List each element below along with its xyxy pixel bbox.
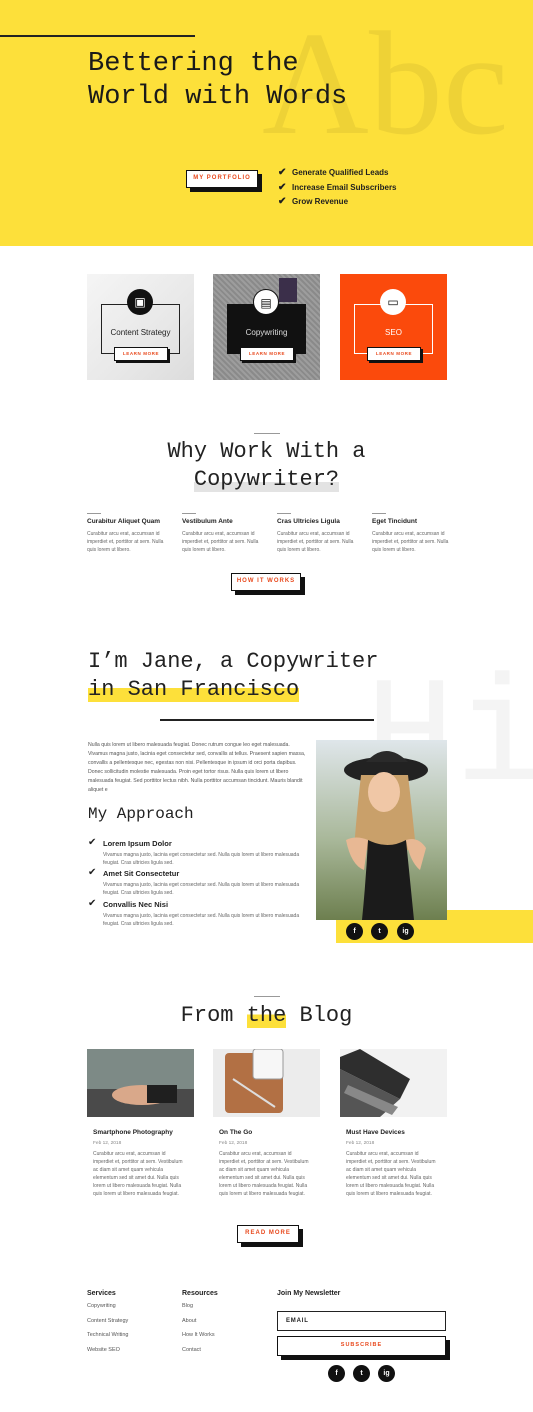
- learn-more-button[interactable]: LEARN MORE: [240, 347, 294, 361]
- footer-link[interactable]: How It Works: [182, 1332, 215, 1347]
- feature-item: Cras Ultricies Ligula Curabitur arcu erat…: [277, 513, 357, 554]
- check-icon: ✔: [278, 167, 287, 178]
- about-underline: [160, 719, 374, 721]
- hero-title: Bettering the World with Words: [88, 49, 348, 112]
- service-card-content-strategy[interactable]: ▣ Content Strategy LEARN MORE: [87, 274, 194, 380]
- briefcase-icon: ▣: [127, 289, 153, 315]
- service-photo-figure: [279, 278, 297, 302]
- hero-section: Abc Bettering the World with Words MY PO…: [0, 0, 533, 246]
- blog-title: From the Blog: [180, 1003, 353, 1028]
- learn-more-button[interactable]: LEARN MORE: [114, 347, 168, 361]
- service-card-seo[interactable]: ▭ SEO LEARN MORE: [340, 274, 447, 380]
- footer-link[interactable]: Technical Writing: [87, 1332, 128, 1347]
- email-field[interactable]: EMAIL: [277, 1311, 446, 1331]
- blog-post-card[interactable]: Must Have Devices Feb 12, 2018 Curabitur…: [340, 1049, 447, 1198]
- check-icon: ✔: [278, 196, 287, 207]
- blog-post-card[interactable]: On The Go Feb 12, 2018 Curabitur arcu er…: [213, 1049, 320, 1198]
- approach-item: ✔ Convallis Nec Nisi Vivamus magna justo…: [88, 898, 300, 927]
- blog-post-image: [87, 1049, 194, 1117]
- how-it-works-button[interactable]: HOW IT WORKS: [231, 573, 301, 591]
- check-icon: ✔: [88, 867, 97, 878]
- about-title: I’m Jane, a Copywriter in San Francisco: [88, 649, 379, 702]
- footer-resources-heading: Resources: [182, 1290, 218, 1297]
- check-item: ✔ Grow Revenue: [278, 195, 397, 210]
- footer-link[interactable]: About: [182, 1318, 215, 1333]
- footer-link[interactable]: Copywriting: [87, 1303, 128, 1318]
- why-title: Why Work With a Copywriter?: [167, 439, 366, 492]
- facebook-icon[interactable]: f: [328, 1365, 345, 1382]
- hero-top-line: [0, 35, 195, 37]
- instagram-icon[interactable]: ig: [397, 923, 414, 940]
- facebook-icon[interactable]: f: [346, 923, 363, 940]
- service-card-copywriting[interactable]: ▤ Copywriting LEARN MORE: [213, 274, 320, 380]
- twitter-icon[interactable]: t: [371, 923, 388, 940]
- subscribe-button[interactable]: SUBSCRIBE: [277, 1336, 446, 1356]
- footer-link[interactable]: Content Strategy: [87, 1318, 128, 1333]
- blog-post-card[interactable]: Smartphone Photography Feb 12, 2018 Cura…: [87, 1049, 194, 1198]
- approach-title: My Approach: [88, 805, 194, 823]
- twitter-icon[interactable]: t: [353, 1365, 370, 1382]
- feature-item: Vestibulum Ante Curabitur arcu erat, accu…: [182, 513, 262, 554]
- service-label: Copywriting: [245, 328, 288, 337]
- footer-link[interactable]: Blog: [182, 1303, 215, 1318]
- footer-link[interactable]: Contact: [182, 1347, 215, 1362]
- check-icon: ✔: [88, 898, 97, 909]
- read-more-button[interactable]: READ MORE: [237, 1225, 299, 1243]
- my-portfolio-button[interactable]: MY PORTFOLIO: [186, 170, 258, 188]
- learn-more-button[interactable]: LEARN MORE: [367, 347, 421, 361]
- blog-post-image: [213, 1049, 320, 1117]
- blog-post-image: [340, 1049, 447, 1117]
- about-text: Nulla quis lorem ut libero malesuada feu…: [88, 742, 306, 793]
- newsletter-heading: Join My Newsletter: [277, 1290, 341, 1297]
- footer-link[interactable]: Website SEO: [87, 1347, 128, 1362]
- check-item: ✔ Increase Email Subscribers: [278, 181, 397, 196]
- check-icon: ✔: [88, 837, 97, 848]
- feature-item: Curabitur Aliquet Quam Curabitur arcu era…: [87, 513, 167, 554]
- service-label: Content Strategy: [110, 328, 171, 337]
- section-divider: [254, 996, 280, 997]
- check-icon: ✔: [278, 181, 287, 193]
- feature-item: Eget Tincidunt Curabitur arcu erat, accum…: [372, 513, 452, 554]
- monitor-icon: ▭: [380, 289, 406, 315]
- instagram-icon[interactable]: ig: [378, 1365, 395, 1382]
- hero-checklist: ✔ Generate Qualified Leads ✔ Increase Emai…: [278, 166, 397, 210]
- check-item: ✔ Generate Qualified Leads: [278, 166, 397, 181]
- footer-services-heading: Services: [87, 1290, 116, 1297]
- service-label: SEO: [385, 328, 402, 337]
- footer-resources-links: Blog About How It Works Contact: [182, 1303, 215, 1362]
- footer-services-links: Copywriting Content Strategy Technical W…: [87, 1303, 128, 1362]
- approach-item: ✔ Amet Sit Consectetur Vivamus magna jus…: [88, 867, 300, 896]
- document-icon: ▤: [253, 289, 279, 315]
- approach-item: ✔ Lorem Ipsum Dolor Vivamus magna justo,…: [88, 837, 300, 866]
- section-divider: [254, 433, 280, 434]
- jane-portrait-photo: [316, 740, 447, 920]
